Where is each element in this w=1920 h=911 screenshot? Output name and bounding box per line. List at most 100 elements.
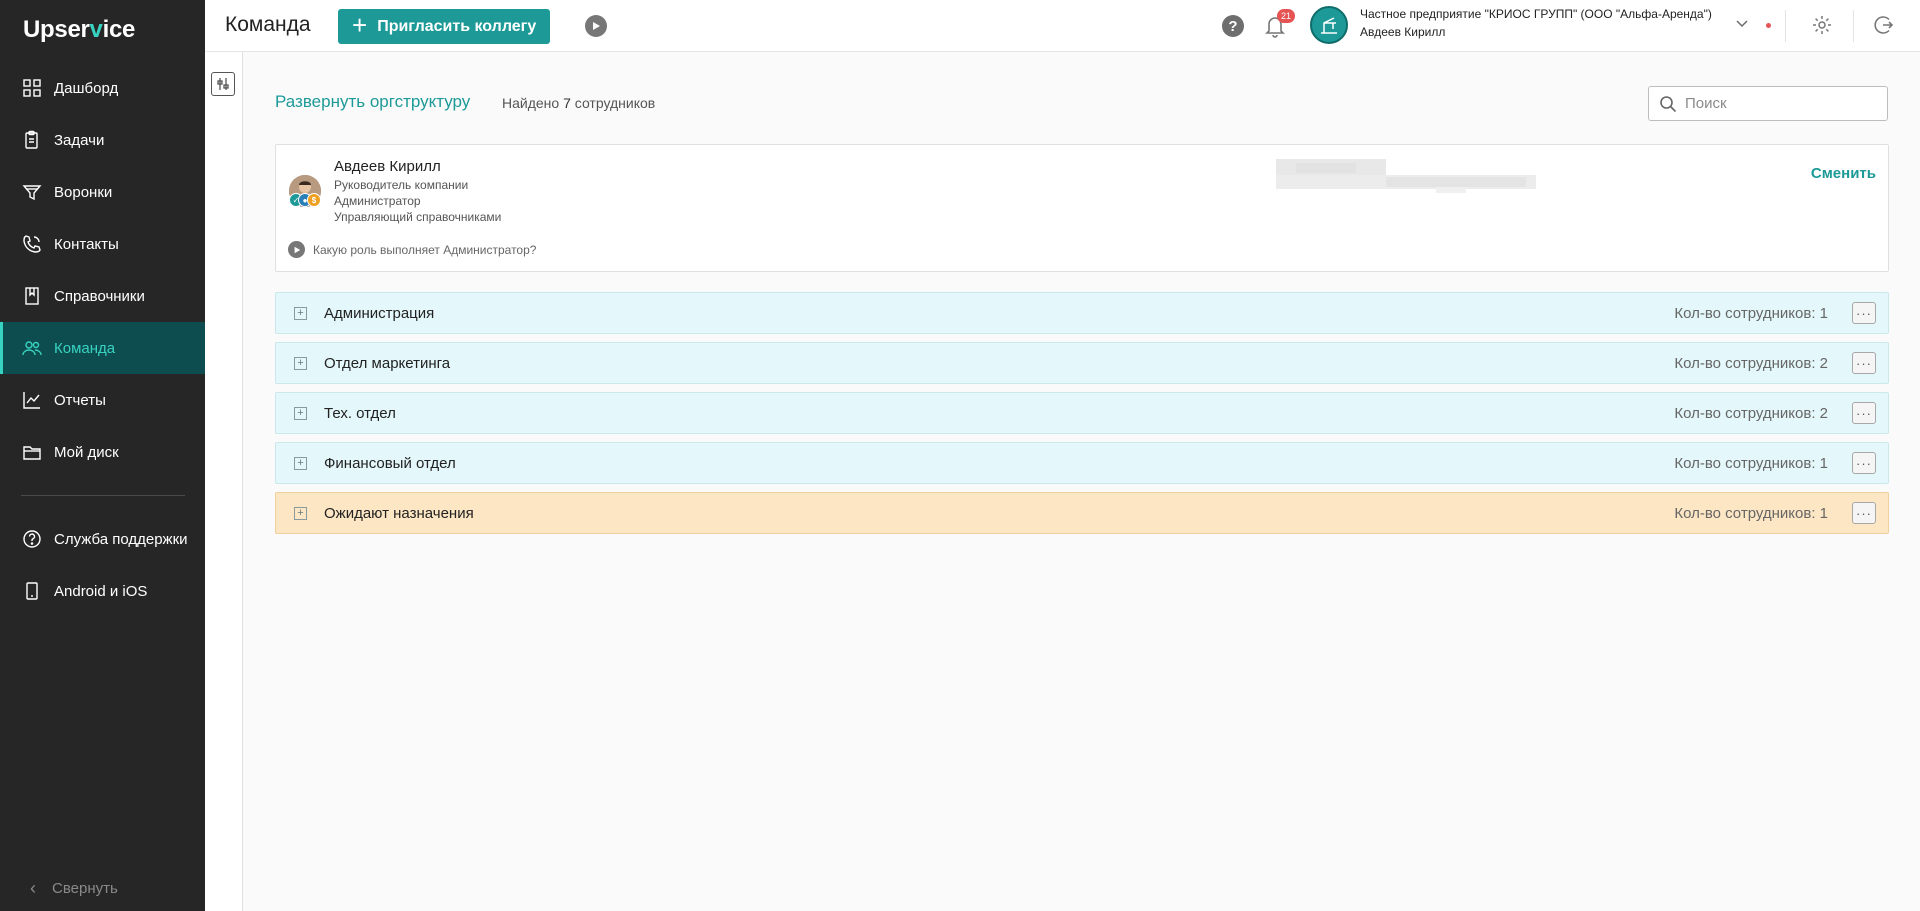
- sidebar-item-label: Справочники: [54, 287, 145, 305]
- role-question-text: Какую роль выполняет Администратор?: [313, 242, 537, 257]
- change-head-link[interactable]: Сменить: [1811, 165, 1876, 182]
- search-box: [1648, 86, 1888, 121]
- team-icon: [22, 338, 42, 358]
- collapse-label: Свернуть: [52, 880, 118, 897]
- employee-role: Управляющий справочниками: [334, 210, 502, 224]
- gear-icon[interactable]: [1811, 14, 1833, 36]
- found-count-text: Найдено 7 сотрудников: [502, 95, 656, 111]
- company-name[interactable]: Частное предприятие "КРИОС ГРУПП" (ООО "…: [1360, 7, 1712, 21]
- search-icon: [1660, 95, 1677, 112]
- help-button[interactable]: ?: [1222, 15, 1244, 37]
- more-options-button[interactable]: ···: [1852, 502, 1876, 524]
- expand-plus-icon[interactable]: +: [294, 307, 307, 320]
- department-count: Кол-во сотрудников: 1: [1674, 305, 1828, 322]
- collapse-sidebar-button[interactable]: ‹ Свернуть: [30, 878, 118, 899]
- employee-role: Администратор: [334, 194, 421, 208]
- clipboard-icon: [22, 130, 42, 150]
- sidebar-item-reports[interactable]: Отчеты: [0, 374, 205, 426]
- company-head-card: ✓ ● $ Авдеев Кирилл Руководитель компани…: [275, 144, 1889, 272]
- status-dot: [1766, 23, 1771, 28]
- sidebar-item-label: Мой диск: [54, 443, 119, 461]
- department-name: Тех. отдел: [324, 405, 396, 422]
- department-row[interactable]: + Администрация Кол-во сотрудников: 1 ··…: [275, 292, 1889, 334]
- expand-plus-icon[interactable]: +: [294, 457, 307, 470]
- department-name: Ожидают назначения: [324, 505, 474, 522]
- sidebar: Upservice Дашборд Задачи Воронки Контакт…: [0, 0, 205, 911]
- more-options-button[interactable]: ···: [1852, 302, 1876, 324]
- department-row[interactable]: + Отдел маркетинга Кол-во сотрудников: 2…: [275, 342, 1889, 384]
- sidebar-item-label: Команда: [54, 339, 116, 357]
- sidebar-item-label: Отчеты: [54, 391, 106, 409]
- sidebar-item-label: Контакты: [54, 235, 119, 253]
- sidebar-item-support[interactable]: Служба поддержки: [0, 513, 205, 565]
- department-count: Кол-во сотрудников: 1: [1674, 455, 1828, 472]
- sidebar-item-disk[interactable]: Мой диск: [0, 426, 205, 478]
- sidebar-nav: Дашборд Задачи Воронки Контакты Справочн…: [0, 62, 205, 617]
- chevron-down-icon[interactable]: [1735, 16, 1749, 30]
- more-options-button[interactable]: ···: [1852, 352, 1876, 374]
- header-divider: [1853, 10, 1854, 42]
- department-name: Отдел маркетинга: [324, 355, 451, 372]
- sidebar-divider: [21, 495, 185, 496]
- sidebar-item-contacts[interactable]: Контакты: [0, 218, 205, 270]
- expand-plus-icon[interactable]: +: [294, 507, 307, 520]
- company-avatar[interactable]: [1310, 6, 1348, 44]
- search-input[interactable]: [1685, 95, 1875, 112]
- invite-label: Пригласить коллегу: [377, 17, 537, 35]
- blurred-contact-info: [1276, 159, 1536, 193]
- phone-icon: [22, 234, 42, 254]
- sidebar-item-dashboard[interactable]: Дашборд: [0, 62, 205, 114]
- department-count: Кол-во сотрудников: 2: [1674, 405, 1828, 422]
- sidebar-item-label: Задачи: [54, 131, 105, 149]
- play-video-button[interactable]: [585, 15, 607, 37]
- role-badges: ✓ ● $: [289, 193, 329, 209]
- role-question-link[interactable]: Какую роль выполняет Администратор?: [288, 241, 536, 258]
- header-divider: [1785, 10, 1786, 42]
- play-icon: [288, 241, 305, 258]
- main-content: Развернуть оргструктуру Найдено 7 сотруд…: [243, 52, 1920, 911]
- invite-colleague-button[interactable]: + Пригласить коллегу: [338, 9, 551, 44]
- more-options-button[interactable]: ···: [1852, 402, 1876, 424]
- more-options-button[interactable]: ···: [1852, 452, 1876, 474]
- page-title: Команда: [225, 13, 311, 36]
- expand-orgstructure-link[interactable]: Развернуть оргструктуру: [275, 92, 470, 112]
- sidebar-item-references[interactable]: Справочники: [0, 270, 205, 322]
- notifications-badge: 21: [1277, 9, 1295, 23]
- department-count: Кол-во сотрудников: 2: [1674, 355, 1828, 372]
- sidebar-item-label: Android и iOS: [54, 582, 148, 600]
- grid-icon: [22, 78, 42, 98]
- play-icon: [593, 22, 600, 30]
- chevron-left-icon: ‹: [30, 878, 36, 898]
- filter-panel: [205, 52, 243, 911]
- expand-plus-icon[interactable]: +: [294, 407, 307, 420]
- book-icon: [22, 286, 42, 306]
- sidebar-item-tasks[interactable]: Задачи: [0, 114, 205, 166]
- current-user-name[interactable]: Авдеев Кирилл: [1360, 25, 1445, 39]
- sliders-icon: [217, 78, 229, 90]
- department-row[interactable]: + Финансовый отдел Кол-во сотрудников: 1…: [275, 442, 1889, 484]
- sidebar-item-label: Дашборд: [54, 79, 119, 97]
- employee-name[interactable]: Авдеев Кирилл: [334, 158, 441, 175]
- chart-icon: [22, 390, 42, 410]
- sidebar-item-team[interactable]: Команда: [0, 322, 205, 374]
- filter-toggle-button[interactable]: [211, 72, 235, 96]
- top-header: Команда + Пригласить коллегу ? 21 Частно…: [205, 0, 1920, 52]
- department-row[interactable]: + Тех. отдел Кол-во сотрудников: 2 ···: [275, 392, 1889, 434]
- department-row-pending[interactable]: + Ожидают назначения Кол-во сотрудников:…: [275, 492, 1889, 534]
- sidebar-item-mobile[interactable]: Android и iOS: [0, 565, 205, 617]
- department-count: Кол-во сотрудников: 1: [1674, 505, 1828, 522]
- funnel-icon: [22, 182, 42, 202]
- department-name: Администрация: [324, 305, 435, 322]
- employee-role: Руководитель компании: [334, 178, 469, 192]
- phone-device-icon: [22, 581, 42, 601]
- help-circle-icon: [22, 529, 42, 549]
- expand-plus-icon[interactable]: +: [294, 357, 307, 370]
- plus-icon: +: [352, 10, 368, 40]
- crane-icon: [1321, 17, 1337, 34]
- sidebar-item-funnels[interactable]: Воронки: [0, 166, 205, 218]
- department-name: Финансовый отдел: [324, 455, 456, 472]
- sidebar-item-label: Служба поддержки: [54, 530, 188, 548]
- folder-icon: [22, 442, 42, 462]
- logo[interactable]: Upservice: [23, 16, 135, 44]
- logout-icon[interactable]: [1872, 14, 1894, 36]
